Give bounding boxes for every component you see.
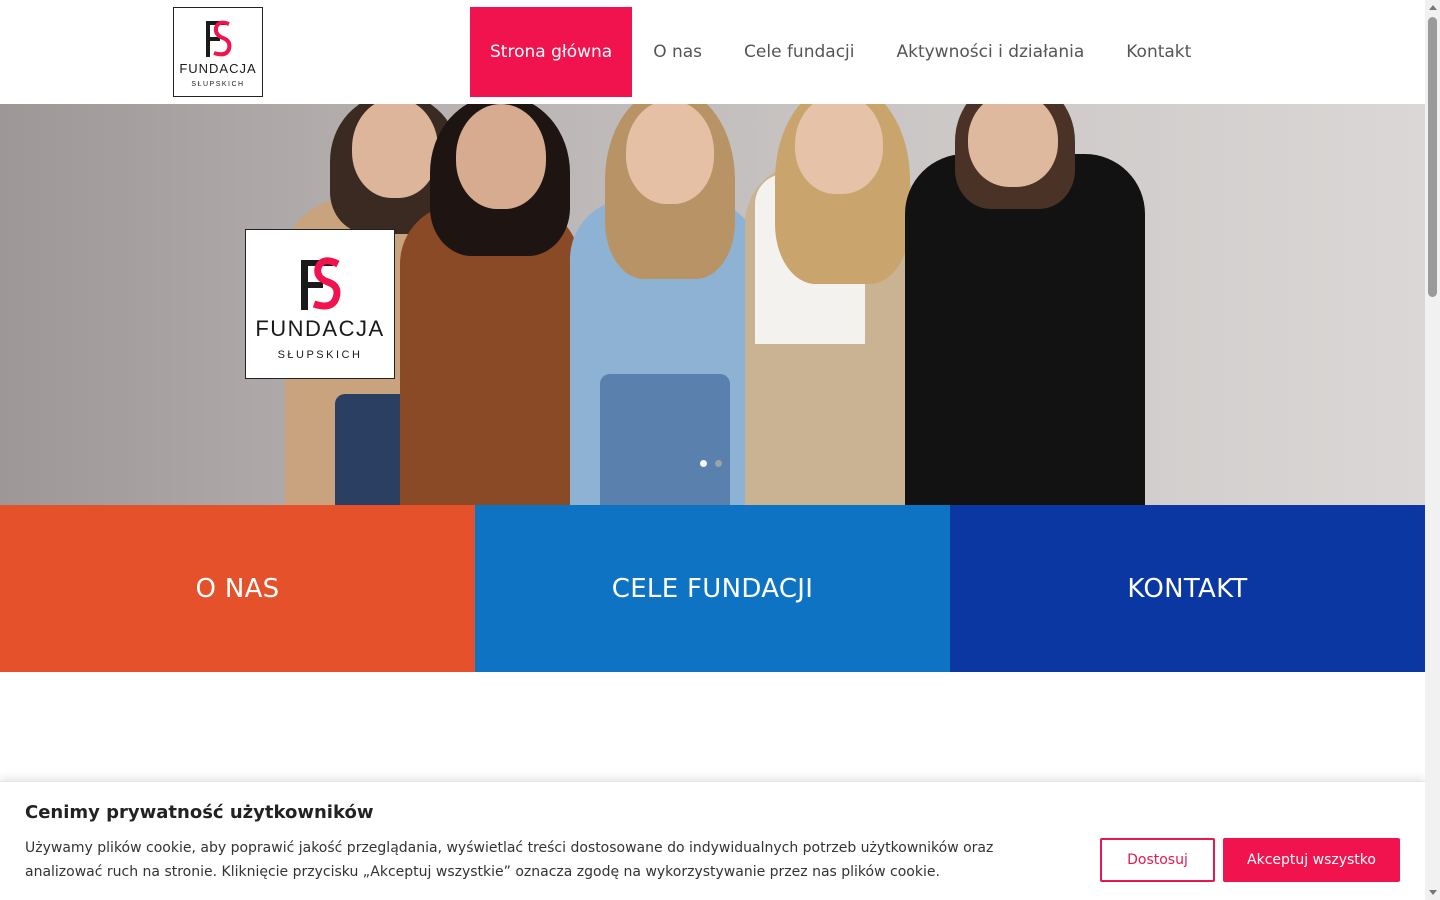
hero-logo: FUNDACJA SŁUPSKICH [245,229,395,379]
site-logo[interactable]: FUNDACJA SŁUPSKICH [173,7,263,97]
nav-item-contact[interactable]: Kontakt [1105,7,1212,97]
hero-logo-subtext: SŁUPSKICH [278,349,363,361]
site-header: FUNDACJA SŁUPSKICH Strona główna O nas C… [0,0,1425,104]
logo-subtext: SŁUPSKICH [191,81,244,88]
cookie-customize-button[interactable]: Dostosuj [1100,838,1215,882]
slider-dots [700,460,722,467]
tile-goals[interactable]: CELE FUNDACJI [475,505,950,672]
page-scrollbar[interactable] [1425,0,1440,900]
hero-slider[interactable]: FUNDACJA SŁUPSKICH [0,104,1425,505]
main-nav: Strona główna O nas Cele fundacji Aktywn… [470,7,1212,97]
tile-contact[interactable]: KONTAKT [950,505,1425,672]
feature-tiles: O NAS CELE FUNDACJI KONTAKT [0,505,1425,672]
nav-item-goals[interactable]: Cele fundacji [723,7,875,97]
nav-item-about[interactable]: O nas [632,7,723,97]
scroll-up-arrow-icon[interactable] [1429,5,1437,10]
page: FUNDACJA SŁUPSKICH Strona główna O nas C… [0,0,1440,900]
cookie-banner: Cenimy prywatność użytkowników Używamy p… [0,781,1425,900]
scroll-down-arrow-icon[interactable] [1429,890,1437,895]
hero-logo-text: FUNDACJA [255,316,384,341]
hero-logo-mark-icon: FUNDACJA SŁUPSKICH [255,257,384,361]
slider-dot-1[interactable] [700,460,707,467]
cookie-title: Cenimy prywatność użytkowników [25,802,374,823]
scrollbar-thumb[interactable] [1428,17,1437,297]
cookie-accept-all-button[interactable]: Akceptuj wszystko [1223,838,1400,882]
cookie-text: Używamy plików cookie, aby poprawić jako… [25,840,994,880]
logo-text: FUNDACJA [179,61,256,76]
logo-mark-icon: FUNDACJA SŁUPSKICH [179,20,256,88]
slider-dot-2[interactable] [715,460,722,467]
nav-item-activities[interactable]: Aktywności i działania [875,7,1105,97]
nav-item-home[interactable]: Strona główna [470,7,633,97]
tile-about[interactable]: O NAS [0,505,475,672]
